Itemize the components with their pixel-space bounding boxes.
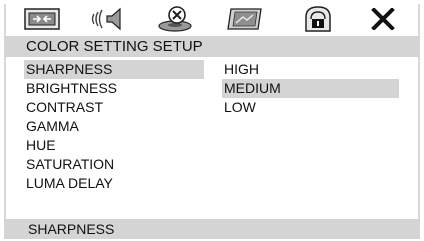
menu-item-gamma[interactable]: GAMMA — [24, 117, 204, 136]
setup-toolbar — [4, 4, 420, 36]
dolby-digital-setup-icon[interactable] — [154, 4, 196, 34]
option-medium[interactable]: MEDIUM — [222, 79, 399, 98]
general-setup-icon[interactable] — [22, 4, 62, 34]
settings-menu: SHARPNESS BRIGHTNESS CONTRAST GAMMA HUE … — [24, 60, 204, 193]
video-setup-icon[interactable] — [224, 4, 266, 34]
status-bar: SHARPNESS — [4, 219, 420, 239]
preference-lock-icon[interactable] — [300, 4, 336, 34]
menu-item-brightness[interactable]: BRIGHTNESS — [24, 79, 204, 98]
menu-item-sharpness[interactable]: SHARPNESS — [24, 60, 204, 79]
page-title: COLOR SETTING SETUP — [4, 36, 420, 57]
exit-icon[interactable] — [368, 4, 398, 34]
option-low[interactable]: LOW — [222, 98, 399, 117]
menu-item-contrast[interactable]: CONTRAST — [24, 98, 204, 117]
menu-item-luma-delay[interactable]: LUMA DELAY — [24, 174, 204, 193]
menu-item-hue[interactable]: HUE — [24, 136, 204, 155]
menu-item-saturation[interactable]: SATURATION — [24, 155, 204, 174]
audio-setup-icon[interactable] — [88, 4, 128, 34]
option-high[interactable]: HIGH — [222, 60, 399, 79]
options-menu: HIGH MEDIUM LOW — [222, 60, 399, 117]
